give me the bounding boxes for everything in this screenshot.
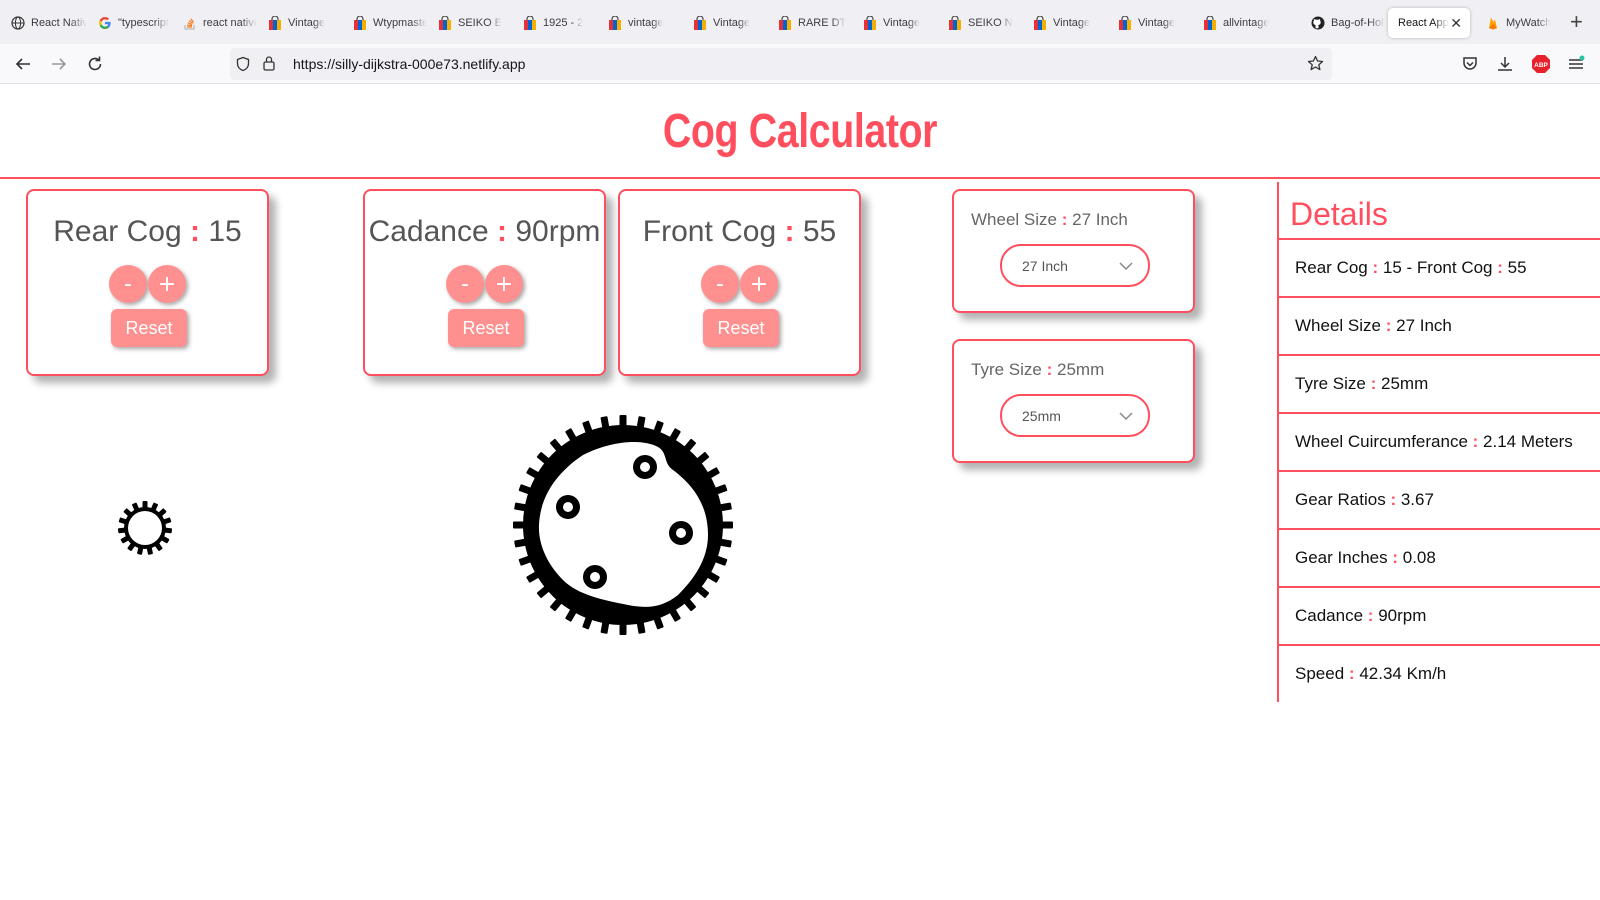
rear-cog-gear-icon <box>117 501 173 555</box>
cadence-reset-button[interactable]: Reset <box>448 309 524 347</box>
front-cog-reset-button[interactable]: Reset <box>703 309 779 347</box>
detail-row-cadence: Cadance : 90rpm <box>1279 586 1600 644</box>
download-icon <box>1498 57 1512 71</box>
rear-cog-card: Rear Cog : 15 - + Reset <box>26 189 269 376</box>
front-chainring-icon <box>513 415 733 635</box>
forward-arrow-icon <box>52 58 67 70</box>
browser-tab[interactable]: Vintage <box>1022 8 1107 38</box>
browser-tab-active[interactable]: React App ✕ <box>1388 8 1470 38</box>
downloads-button[interactable] <box>1494 53 1516 75</box>
front-cog-increment-button[interactable]: + <box>740 265 778 303</box>
browser-tab[interactable]: React Native <box>0 8 87 38</box>
front-cog-label: Front Cog : 55 <box>642 215 837 248</box>
shopping-bag-icon <box>1032 15 1047 31</box>
wheel-size-select[interactable]: 27 Inch <box>1000 244 1150 287</box>
shopping-bag-icon <box>862 15 877 31</box>
shopping-bag-icon <box>522 15 537 31</box>
browser-tab[interactable]: Wtypmaster <box>342 8 427 38</box>
shopping-bag-icon <box>352 15 367 31</box>
reload-icon <box>88 56 102 71</box>
shopping-bag-icon <box>1117 15 1132 31</box>
browser-tab[interactable]: Bag-of-Holding <box>1300 8 1385 38</box>
firebase-icon <box>1485 16 1500 31</box>
close-icon[interactable]: ✕ <box>1450 15 1462 32</box>
shopping-bag-icon <box>267 15 282 31</box>
shield-icon[interactable] <box>235 56 251 77</box>
wheel-size-card: Wheel Size : 27 Inch 27 Inch <box>952 189 1195 313</box>
forward-button[interactable] <box>48 53 70 75</box>
browser-tab-bar: React Native "typescript react native Vi… <box>0 0 1600 44</box>
cadence-label: Cadance : 90rpm <box>368 215 601 248</box>
google-icon <box>97 16 112 31</box>
browser-tab[interactable]: Vintage <box>682 8 767 38</box>
browser-tab[interactable]: Vintage <box>257 8 342 38</box>
cadence-increment-button[interactable]: + <box>485 265 523 303</box>
detail-row-gear-inches: Gear Inches : 0.08 <box>1279 528 1600 586</box>
browser-tab[interactable]: Vintage <box>852 8 937 38</box>
reload-button[interactable] <box>84 53 106 75</box>
browser-tab[interactable]: SEIKO E <box>427 8 512 38</box>
detail-row-tyre-size: Tyre Size : 25mm <box>1279 354 1600 412</box>
url-text[interactable]: https://silly-dijkstra-000e73.netlify.ap… <box>293 56 525 72</box>
lock-icon[interactable] <box>262 55 276 76</box>
adblock-button[interactable]: ABP <box>1530 53 1552 75</box>
menu-button[interactable] <box>1565 53 1587 75</box>
back-arrow-icon <box>15 58 30 70</box>
detail-row-speed: Speed : 42.34 Km/h <box>1279 644 1600 702</box>
browser-tab[interactable]: RARE DT <box>767 8 852 38</box>
detail-row-wheel-circumference: Wheel Cuircumferance : 2.14 Meters <box>1279 412 1600 470</box>
shopping-bag-icon <box>692 15 707 31</box>
browser-toolbar: https://silly-dijkstra-000e73.netlify.ap… <box>0 44 1600 84</box>
shopping-bag-icon <box>607 15 622 31</box>
browser-tab[interactable]: "typescript <box>87 8 172 38</box>
browser-tab[interactable]: react native <box>172 8 257 38</box>
rear-cog-label: Rear Cog : 15 <box>53 215 242 248</box>
stackoverflow-icon <box>182 16 197 31</box>
github-icon <box>1310 16 1325 31</box>
pocket-button[interactable] <box>1459 53 1481 75</box>
browser-tab[interactable]: 1925 - 2 <box>512 8 597 38</box>
cadence-card: Cadance : 90rpm - + Reset <box>363 189 606 376</box>
bookmark-star-icon[interactable] <box>1307 55 1324 77</box>
front-cog-card: Front Cog : 55 - + Reset <box>618 189 861 376</box>
shopping-bag-icon <box>777 15 792 31</box>
shopping-bag-icon <box>437 15 452 31</box>
hamburger-menu-icon <box>1569 55 1585 69</box>
rear-cog-increment-button[interactable]: + <box>148 265 186 303</box>
detail-row-cogs: Rear Cog : 15 - Front Cog : 55 <box>1279 238 1600 296</box>
new-tab-button[interactable]: + <box>1570 10 1583 34</box>
browser-tab[interactable]: vintage <box>597 8 682 38</box>
page-title: Cog Calculator <box>662 105 938 158</box>
title-divider <box>0 177 1600 179</box>
front-cog-value: 55 <box>802 215 837 248</box>
rear-cog-reset-button[interactable]: Reset <box>111 309 187 347</box>
shopping-bag-icon <box>947 15 962 31</box>
rear-cog-value: 15 <box>208 215 242 248</box>
cadence-decrement-button[interactable]: - <box>446 265 484 303</box>
details-panel: Details Rear Cog : 15 - Front Cog : 55 W… <box>1277 182 1600 702</box>
chevron-down-icon <box>1119 262 1133 271</box>
detail-row-gear-ratios: Gear Ratios : 3.67 <box>1279 470 1600 528</box>
back-button[interactable] <box>12 53 34 75</box>
front-cog-decrement-button[interactable]: - <box>701 265 739 303</box>
chevron-down-icon <box>1119 412 1133 421</box>
adblock-plus-icon: ABP <box>1532 55 1550 73</box>
tyre-size-card: Tyre Size : 25mm 25mm <box>952 339 1195 463</box>
shopping-bag-icon <box>1202 15 1217 31</box>
pocket-icon <box>1463 57 1477 70</box>
detail-row-wheel-size: Wheel Size : 27 Inch <box>1279 296 1600 354</box>
address-bar[interactable]: https://silly-dijkstra-000e73.netlify.ap… <box>230 48 1332 80</box>
browser-tab[interactable]: SEIKO N <box>937 8 1022 38</box>
details-title: Details <box>1290 196 1388 232</box>
wheel-size-label: Wheel Size : 27 Inch <box>971 210 1128 229</box>
cadence-value: 90rpm <box>515 215 601 248</box>
tyre-size-label: Tyre Size : 25mm <box>971 360 1105 379</box>
browser-tab[interactable]: allvintage <box>1192 8 1277 38</box>
globe-icon <box>10 16 25 31</box>
browser-tab[interactable]: MyWatch <box>1475 8 1560 38</box>
tyre-size-select[interactable]: 25mm <box>1000 394 1150 437</box>
browser-tab[interactable]: Vintage <box>1107 8 1192 38</box>
rear-cog-decrement-button[interactable]: - <box>109 265 147 303</box>
svg-text:ABP: ABP <box>1534 62 1548 69</box>
